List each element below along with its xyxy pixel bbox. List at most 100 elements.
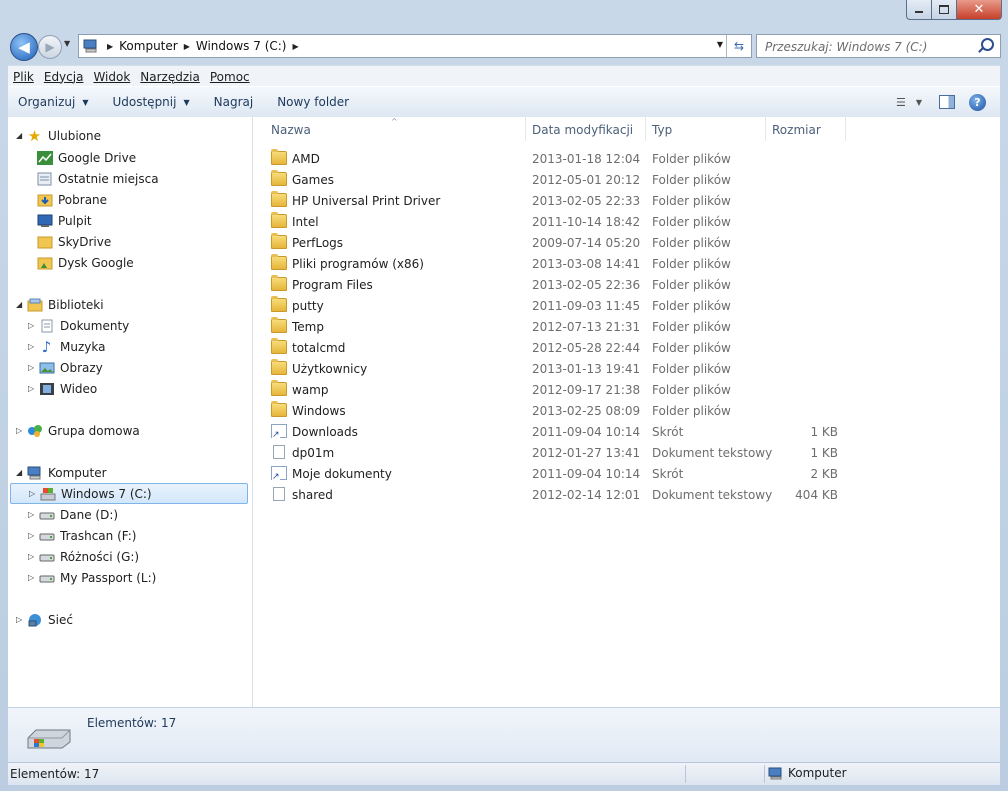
nav-drive-c[interactable]: ▷ Windows 7 (C:) [10, 483, 248, 504]
close-button[interactable]: ✕ [956, 0, 1002, 20]
table-row[interactable]: shared 2012-02-14 12:01 Dokument tekstowy 4… [253, 484, 853, 505]
menu-help[interactable]: Pomoc [205, 70, 255, 84]
caption-buttons: ✕ [906, 0, 1002, 20]
breadcrumb-separator-icon[interactable]: ▶ [292, 42, 298, 51]
collapse-arrow-icon[interactable]: ▷ [28, 552, 38, 561]
nav-google-drive[interactable]: Google Drive [36, 147, 136, 168]
nav-downloads[interactable]: Pobrane [36, 189, 107, 210]
nav-desktop[interactable]: Pulpit [36, 210, 92, 231]
collapse-arrow-icon[interactable]: ▷ [28, 342, 38, 351]
table-row[interactable]: dp01m 2012-01-27 13:41 Dokument tekstowy 1 … [253, 442, 853, 463]
table-row[interactable]: wamp 2012-09-17 21:38 Folder plików [253, 379, 853, 400]
breadcrumb-drive-c[interactable]: Windows 7 (C:) [196, 39, 287, 53]
expand-arrow-icon[interactable]: ◢ [16, 300, 26, 309]
maximize-button[interactable] [931, 0, 956, 20]
documents-icon [38, 318, 55, 334]
collapse-arrow-icon[interactable]: ▷ [28, 321, 38, 330]
collapse-arrow-icon[interactable]: ▷ [28, 510, 38, 519]
file-type: Folder plików [652, 173, 731, 187]
nav-drive-l[interactable]: ▷ My Passport (L:) [28, 567, 156, 588]
change-view-button[interactable]: ☰ ▼ [889, 96, 929, 109]
table-row[interactable]: Moje dokumenty 2011-09-04 10:14 Skrót 2 KB [253, 463, 853, 484]
nav-drive-f[interactable]: ▷ Trashcan (F:) [28, 525, 136, 546]
search-icon[interactable] [981, 38, 994, 51]
menu-file[interactable]: Plik [8, 70, 39, 84]
column-size[interactable]: Rozmiar [772, 123, 821, 137]
nav-documents[interactable]: ▷ Dokumenty [28, 315, 129, 336]
refresh-button[interactable]: ⇆ [726, 35, 751, 57]
search-input[interactable] [763, 37, 977, 57]
collapse-arrow-icon[interactable]: ▷ [28, 384, 38, 393]
collapse-arrow-icon[interactable]: ▷ [29, 489, 39, 498]
table-row[interactable]: AMD 2013-01-18 12:04 Folder plików [253, 148, 853, 169]
expand-arrow-icon[interactable]: ◢ [16, 468, 26, 477]
menu-tools[interactable]: Narzędzia [135, 70, 205, 84]
toolbar-right: ☰ ▼ ? [889, 87, 1000, 117]
file-date-modified: 2013-02-05 22:33 [532, 194, 641, 208]
breadcrumb-separator-icon[interactable]: ▶ [184, 42, 190, 51]
table-row[interactable]: Windows 2013-02-25 08:09 Folder plików [253, 400, 853, 421]
new-folder-button[interactable]: Nowy folder [267, 95, 359, 109]
hard-drive-icon [38, 570, 55, 586]
nav-drive-g[interactable]: ▷ Różności (G:) [28, 546, 139, 567]
menu-edit[interactable]: Edycja [39, 70, 89, 84]
table-row[interactable]: Games 2012-05-01 20:12 Folder plików [253, 169, 853, 190]
collapse-arrow-icon[interactable]: ▷ [28, 573, 38, 582]
table-row[interactable]: HP Universal Print Driver 2013-02-05 22:3… [253, 190, 853, 211]
nav-dysk-google[interactable]: Dysk Google [36, 252, 134, 273]
expand-arrow-icon[interactable]: ◢ [16, 131, 26, 140]
burn-button[interactable]: Nagraj [204, 95, 264, 109]
table-row[interactable]: Program Files 2013-02-05 22:36 Folder plik… [253, 274, 853, 295]
nav-computer[interactable]: ◢ Komputer [16, 462, 107, 483]
nav-drive-d[interactable]: ▷ Dane (D:) [28, 504, 118, 525]
nav-homegroup[interactable]: ▷ Grupa domowa [16, 420, 140, 441]
organize-button[interactable]: Organizuj ▼ [8, 95, 98, 109]
address-dropdown-icon[interactable]: ▼ [717, 40, 723, 49]
table-row[interactable]: putty 2011-09-03 11:45 Folder plików [253, 295, 853, 316]
back-button[interactable]: ◀ [10, 33, 38, 61]
recent-pages-dropdown[interactable]: ▼ [64, 39, 70, 48]
document-icon [273, 487, 285, 501]
breadcrumb-computer[interactable]: Komputer [119, 39, 178, 53]
collapse-arrow-icon[interactable]: ▷ [28, 363, 38, 372]
column-type[interactable]: Typ [652, 123, 672, 137]
column-divider[interactable] [765, 117, 766, 141]
nav-pictures[interactable]: ▷ Obrazy [28, 357, 103, 378]
column-name[interactable]: Nazwa [271, 123, 311, 137]
table-row[interactable]: Temp 2012-07-13 21:31 Folder plików [253, 316, 853, 337]
table-row[interactable]: Użytkownicy 2013-01-13 19:41 Folder plików [253, 358, 853, 379]
nav-video[interactable]: ▷ Wideo [28, 378, 97, 399]
forward-button[interactable]: ▶ [38, 35, 62, 59]
folder-icon [271, 191, 287, 207]
file-name: Downloads [292, 425, 358, 439]
address-bar[interactable]: ▶ Komputer ▶ Windows 7 (C:) ▶ ▼ ⇆ [78, 34, 752, 58]
table-row[interactable]: PerfLogs 2009-07-14 05:20 Folder plików [253, 232, 853, 253]
table-row[interactable]: Downloads 2011-09-04 10:14 Skrót 1 KB [253, 421, 853, 442]
nav-music[interactable]: ▷ ♪ Muzyka [28, 336, 105, 357]
collapse-arrow-icon[interactable]: ▷ [16, 615, 26, 624]
minimize-button[interactable] [906, 0, 931, 20]
column-date-modified[interactable]: Data modyfikacji [532, 123, 633, 137]
column-divider[interactable] [845, 117, 846, 141]
nav-favorites[interactable]: ◢ ★ Ulubione [16, 125, 101, 146]
nav-libraries[interactable]: ◢ Biblioteki [16, 294, 104, 315]
share-button[interactable]: Udostępnij ▼ [102, 95, 199, 109]
column-divider[interactable] [525, 117, 526, 141]
nav-skydrive[interactable]: SkyDrive [36, 231, 111, 252]
collapse-arrow-icon[interactable]: ▷ [28, 531, 38, 540]
chevron-down-icon: ▼ [915, 97, 923, 107]
table-row[interactable]: Intel 2011-10-14 18:42 Folder plików [253, 211, 853, 232]
nav-recent-places[interactable]: Ostatnie miejsca [36, 168, 159, 189]
column-divider[interactable] [645, 117, 646, 141]
preview-pane-icon[interactable] [939, 95, 955, 109]
breadcrumb: ▶ Komputer ▶ Windows 7 (C:) ▶ [105, 39, 305, 53]
help-icon[interactable]: ? [969, 93, 986, 111]
table-row[interactable]: Pliki programów (x86) 2013-03-08 14:41 Fol… [253, 253, 853, 274]
breadcrumb-separator-icon[interactable]: ▶ [107, 42, 113, 51]
file-type: Folder plików [652, 215, 731, 229]
nav-network[interactable]: ▷ Sieć [16, 609, 73, 630]
collapse-arrow-icon[interactable]: ▷ [16, 426, 26, 435]
nav-label: Komputer [48, 465, 107, 480]
menu-view[interactable]: Widok [88, 70, 135, 84]
table-row[interactable]: totalcmd 2012-05-28 22:44 Folder plików [253, 337, 853, 358]
